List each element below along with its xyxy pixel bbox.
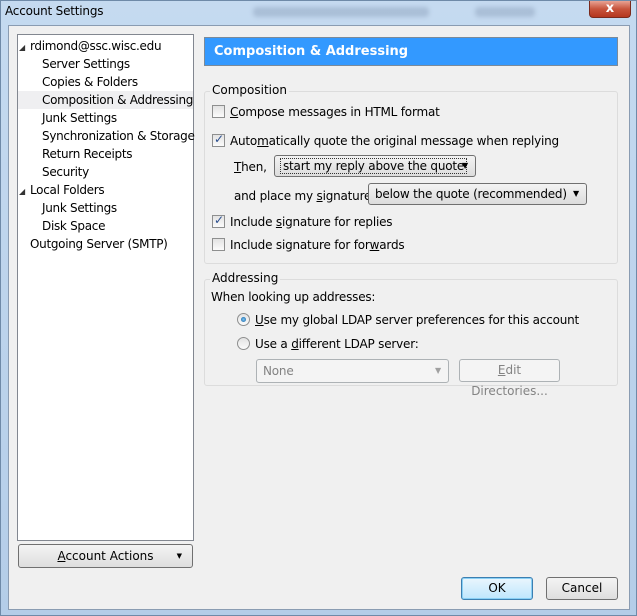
signature-forwards-checkbox[interactable]: Include signature for forwards	[212, 238, 405, 252]
signature-position-select[interactable]: below the quote (recommended) ▼	[368, 183, 587, 205]
radio-unselected-icon	[237, 337, 250, 350]
tree-item-label: Security	[42, 165, 89, 179]
tree-item[interactable]: Composition & Addressing	[18, 91, 193, 109]
then-label: Then,	[234, 160, 267, 174]
global-ldap-radio[interactable]: Use my global LDAP server preferences fo…	[237, 313, 579, 327]
composition-caption: Composition	[210, 83, 289, 97]
window-title: Account Settings	[5, 4, 104, 18]
tree-item-label: Local Folders	[30, 183, 105, 197]
expand-arrow-icon[interactable]: ◢	[19, 183, 30, 201]
different-ldap-radio[interactable]: Use a different LDAP server:	[237, 337, 419, 351]
addressing-caption: Addressing	[210, 271, 281, 285]
tree-item[interactable]: Junk Settings	[18, 109, 193, 127]
tree-item-label: rdimond@ssc.wisc.edu	[30, 39, 162, 53]
checkbox-unchecked-icon	[212, 105, 225, 118]
tree-item-label: Synchronization & Storage	[42, 129, 195, 143]
tree-item-label: Copies & Folders	[42, 75, 138, 89]
tree-item-label: Junk Settings	[42, 201, 117, 215]
tree-item[interactable]: Outgoing Server (SMTP)	[18, 235, 193, 253]
tree-item[interactable]: Copies & Folders	[18, 73, 193, 91]
close-button[interactable]: x	[589, 1, 631, 18]
tree-item[interactable]: Server Settings	[18, 55, 193, 73]
tree-item[interactable]: Security	[18, 163, 193, 181]
cancel-button[interactable]: Cancel	[546, 577, 618, 600]
tree-item-label: Outgoing Server (SMTP)	[30, 237, 168, 251]
checkbox-checked-icon	[212, 132, 225, 147]
dropdown-arrow-icon: ▼	[176, 552, 182, 560]
title-bar[interactable]: Account Settings x	[1, 1, 636, 25]
account-settings-window: Account Settings x ◢ rdimond@ssc.wisc.edu…	[0, 0, 637, 616]
radio-selected-icon	[237, 313, 250, 326]
dialog-client-area: ◢ rdimond@ssc.wisc.edu Server Settings Copi…	[8, 25, 630, 610]
close-icon: x	[605, 1, 615, 16]
account-tree[interactable]: ◢ rdimond@ssc.wisc.edu Server Settings Copi…	[17, 34, 195, 541]
signature-position-label: and place my signature	[234, 189, 372, 203]
reply-position-select[interactable]: start my reply above the quote ▼	[274, 155, 476, 177]
ldap-server-select[interactable]: None ▼	[256, 359, 449, 383]
tree-item[interactable]: ◢ Local Folders	[18, 181, 193, 199]
edit-directories-button[interactable]: Edit Directories...	[459, 359, 560, 398]
tree-item[interactable]: Disk Space	[18, 217, 193, 235]
tree-item[interactable]: ◢ rdimond@ssc.wisc.edu	[18, 37, 193, 55]
tree-item-label: Server Settings	[42, 57, 130, 71]
tree-item[interactable]: Synchronization & Storage	[18, 127, 195, 145]
account-actions-button[interactable]: Account Actions ▼	[18, 544, 193, 568]
checkbox-unchecked-icon	[212, 238, 225, 251]
lookup-label: When looking up addresses:	[211, 290, 376, 304]
blurred-background-text	[475, 7, 535, 17]
checkbox-checked-icon	[212, 213, 225, 228]
auto-quote-checkbox[interactable]: Automatically quote the original message…	[212, 132, 559, 148]
dropdown-arrow-icon: ▼	[435, 366, 441, 375]
tree-item[interactable]: Return Receipts	[18, 145, 193, 163]
addressing-group: Addressing When looking up addresses: Us…	[204, 271, 618, 398]
tree-item-label: Disk Space	[42, 219, 106, 233]
page-title: Composition & Addressing	[204, 37, 618, 66]
tree-item-label: Composition & Addressing	[42, 93, 194, 107]
composition-group: Composition Compose messages in HTML for…	[204, 83, 618, 264]
dropdown-arrow-icon: ▼	[462, 161, 468, 170]
tree-item-label: Junk Settings	[42, 111, 117, 125]
expand-arrow-icon[interactable]: ◢	[19, 39, 30, 57]
signature-replies-checkbox[interactable]: Include signature for replies	[212, 213, 393, 229]
ok-button[interactable]: OK	[461, 577, 533, 600]
blurred-background-text	[253, 7, 429, 17]
dropdown-arrow-icon: ▼	[573, 189, 579, 198]
tree-item[interactable]: Junk Settings	[18, 199, 193, 217]
html-format-checkbox[interactable]: Compose messages in HTML format	[212, 105, 440, 119]
tree-item-label: Return Receipts	[42, 147, 133, 161]
